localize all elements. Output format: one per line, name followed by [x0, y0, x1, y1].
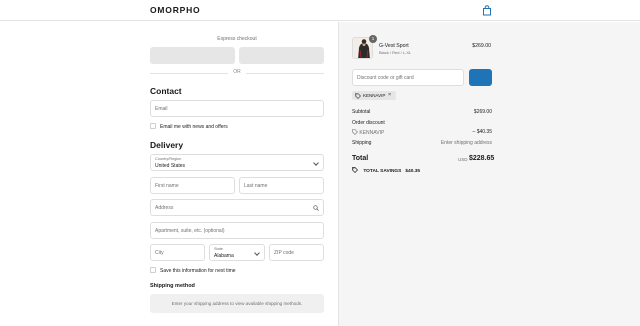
city-field[interactable]: City	[150, 244, 205, 261]
delivery-heading: Delivery	[150, 140, 184, 150]
order-discount-label: Order discount	[352, 120, 385, 126]
savings-label: TOTAL SAVINGS	[363, 169, 402, 174]
shipping-method-heading: Shipping method	[150, 283, 195, 289]
shipping-label: Shipping	[352, 140, 372, 146]
discount-placeholder: Discount code or gift card	[357, 75, 414, 81]
shipping-value: Enter shipping address	[440, 140, 492, 146]
save-info-checkbox[interactable]	[150, 267, 156, 273]
address-placeholder: Address	[155, 205, 174, 211]
email-placeholder: Email	[155, 106, 168, 112]
subtotal-row: Subtotal $269.00	[352, 109, 492, 116]
tag-icon	[352, 167, 358, 173]
shipping-method-message: Enter your shipping address to view avai…	[150, 294, 324, 313]
country-value: United States	[155, 163, 186, 169]
product-name: G-Vest Sport	[379, 43, 409, 49]
contact-heading: Contact	[150, 86, 182, 96]
divider-line	[246, 73, 324, 74]
country-select[interactable]: Country/Region United States	[150, 154, 324, 171]
subtotal-label: Subtotal	[352, 109, 371, 115]
state-select[interactable]: State Alabama	[209, 244, 265, 261]
remove-discount-icon[interactable]: ×	[388, 92, 391, 98]
product-price: $269.00	[472, 43, 491, 49]
discount-code-input[interactable]: Discount code or gift card	[352, 69, 464, 86]
total-currency: USD	[458, 157, 468, 162]
state-label: State	[214, 247, 223, 251]
newsletter-label: Email me with news and offers	[160, 123, 228, 130]
zip-field[interactable]: ZIP code	[269, 244, 324, 261]
apply-discount-button[interactable]	[469, 69, 492, 86]
chevron-down-icon	[313, 160, 319, 166]
tag-icon	[355, 92, 361, 99]
store-logo[interactable]: OMORPHO	[150, 5, 200, 15]
discount-code-row: KENNAVIP – $40.35	[352, 129, 492, 136]
email-field[interactable]: Email	[150, 100, 324, 117]
last-name-field[interactable]: Last name	[239, 177, 324, 194]
quantity-badge: 1	[369, 35, 377, 43]
state-value: Alabama	[214, 253, 234, 259]
first-name-field[interactable]: First name	[150, 177, 235, 194]
order-discount-row: Order discount	[352, 120, 492, 127]
search-icon	[313, 205, 319, 211]
discount-code-label: KENNAVIP	[359, 130, 385, 136]
express-checkout-label: Express checkout	[217, 36, 257, 42]
apartment-placeholder: Apartment, suite, etc. (optional)	[155, 228, 225, 234]
tag-icon	[352, 129, 358, 135]
applied-discount-chip: KENNAVIP ×	[352, 91, 396, 100]
subtotal-value: $269.00	[473, 109, 492, 115]
total-savings: TOTAL SAVINGS $40.35	[352, 167, 420, 174]
or-divider: OR	[150, 69, 324, 77]
newsletter-checkbox[interactable]	[150, 123, 156, 129]
order-summary: 1 G-Vest Sport Black / Red / L-XL $269.0…	[338, 22, 640, 326]
express-pay-button-1[interactable]	[150, 47, 235, 64]
country-label: Country/Region	[155, 157, 182, 161]
total-label: Total	[352, 155, 369, 162]
first-name-placeholder: First name	[155, 183, 179, 189]
address-field[interactable]: Address	[150, 199, 324, 216]
last-name-placeholder: Last name	[244, 183, 268, 189]
save-info-label: Save this information for next time	[160, 267, 236, 274]
savings-value: $40.35	[405, 169, 421, 174]
shipping-row: Shipping Enter shipping address	[352, 140, 492, 147]
checkout-form: Express checkout OR Contact Email Email …	[0, 22, 338, 326]
discount-value: – $40.35	[472, 129, 492, 135]
apartment-field[interactable]: Apartment, suite, etc. (optional)	[150, 222, 324, 239]
or-text: OR	[233, 69, 241, 75]
zip-placeholder: ZIP code	[274, 250, 294, 256]
header: OMORPHO	[0, 0, 640, 21]
express-pay-button-2[interactable]	[239, 47, 324, 64]
shopping-bag-icon[interactable]	[482, 5, 492, 16]
applied-code: KENNAVIP	[363, 93, 386, 98]
total-value: $228.65	[469, 155, 495, 162]
city-placeholder: City	[155, 250, 164, 256]
chevron-down-icon	[254, 250, 260, 256]
product-variant: Black / Red / L-XL	[379, 50, 412, 55]
